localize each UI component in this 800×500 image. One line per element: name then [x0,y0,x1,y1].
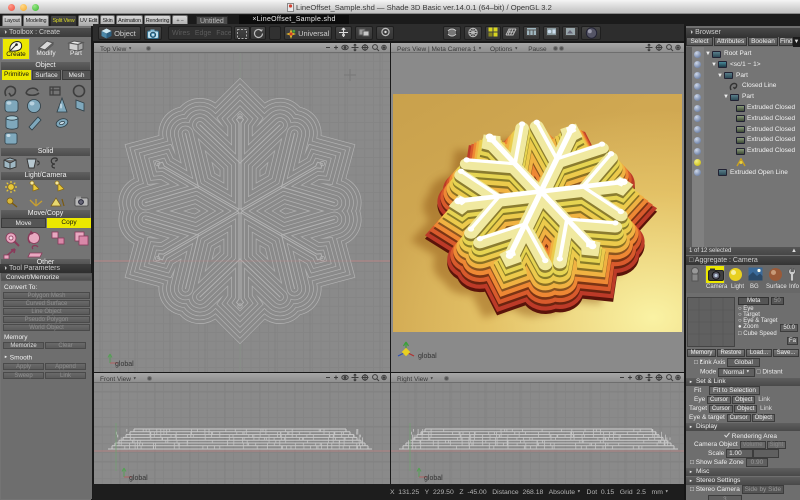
svg-text:global: global [418,353,437,360]
svg-text:global: global [424,475,443,482]
svg-text:global: global [129,475,148,482]
svg-text:global: global [115,361,134,368]
